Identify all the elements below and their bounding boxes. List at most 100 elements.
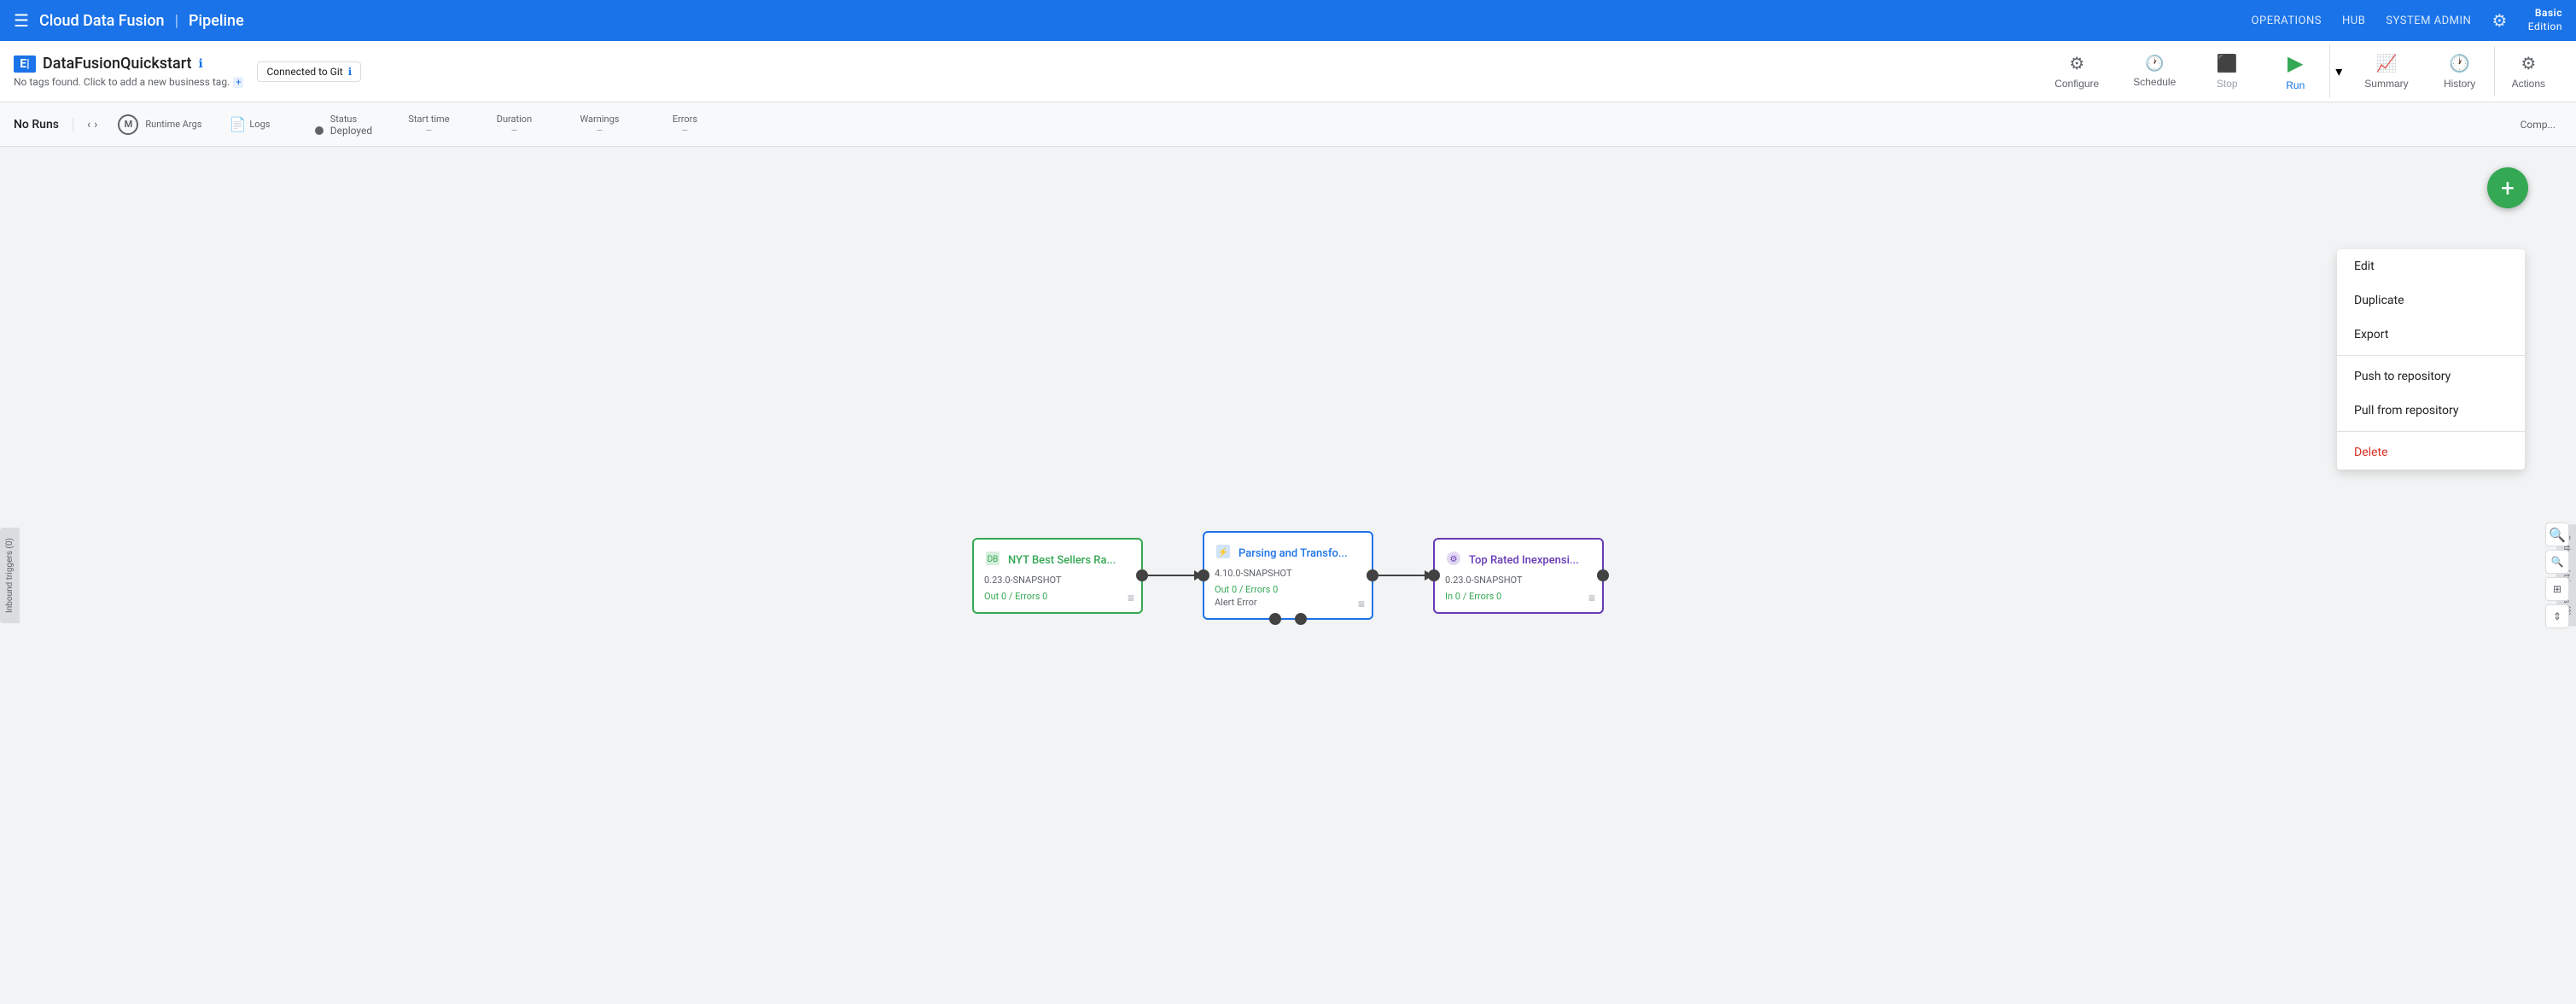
dropdown-divider-1 <box>2337 355 2525 356</box>
transform-node-version: 4.10.0-SNAPSHOT <box>1215 568 1361 579</box>
status-value: Deployed <box>315 125 372 137</box>
runtime-args-col: M Runtime Args <box>104 114 215 135</box>
run-icon: ▶ <box>2288 51 2303 76</box>
fab-add-button[interactable]: + <box>2487 167 2528 208</box>
schedule-button[interactable]: 🕐 Schedule <box>2116 48 2193 95</box>
actions-label: Actions <box>2512 78 2545 90</box>
configure-icon: ⚙ <box>2069 53 2084 74</box>
git-badge[interactable]: Connected to Git ℹ <box>257 61 361 82</box>
source-right-connector <box>1136 569 1148 581</box>
summary-label: Summary <box>2364 78 2408 90</box>
status-header: Status <box>330 114 357 125</box>
nav-operations[interactable]: OPERATIONS <box>2252 15 2322 27</box>
sink-node-icon: ⚙ <box>1445 550 1462 571</box>
actions-icon: ⚙ <box>2521 53 2536 74</box>
logs-col: 📄 Logs <box>215 116 300 132</box>
transform-node[interactable]: ⚡ Parsing and Transfo... 4.10.0-SNAPSHOT… <box>1203 531 1373 620</box>
run-label: Run <box>2286 79 2305 91</box>
run-dropdown-icon: ▾ <box>2335 63 2342 79</box>
duration-value: – <box>511 125 518 137</box>
source-node-menu[interactable]: ≡ <box>1128 591 1134 605</box>
git-info-icon[interactable]: ℹ <box>348 66 353 78</box>
warnings-col: Warnings – <box>557 112 642 137</box>
warnings-value: – <box>597 125 603 137</box>
pipeline-name-row: E| DataFusionQuickstart ℹ <box>14 55 243 73</box>
sink-node[interactable]: ⚙ Top Rated Inexpensi... 0.23.0-SNAPSHOT… <box>1433 538 1604 614</box>
nav-hub[interactable]: HUB <box>2342 15 2365 27</box>
fit-button[interactable]: ⊞ <box>2545 577 2569 601</box>
logs-label: Logs <box>249 119 270 130</box>
source-node-header: DB NYT Best Sellers Ra... <box>984 550 1131 571</box>
history-icon: 🕐 <box>2449 53 2470 74</box>
prev-arrow[interactable]: ‹ <box>87 118 90 131</box>
zoom-in-button[interactable]: 🔍 <box>2545 522 2569 546</box>
zoom-controls: 🔍 🔍 ⊞ ⇕ <box>2545 522 2569 628</box>
transform-left-connector <box>1198 569 1209 581</box>
pipeline-title-area: E| DataFusionQuickstart ℹ No tags found.… <box>14 55 243 88</box>
edit-menu-item[interactable]: Edit <box>2337 249 2525 283</box>
export-menu-item[interactable]: Export <box>2337 318 2525 352</box>
nav-system-admin[interactable]: SYSTEM ADMIN <box>2386 15 2471 27</box>
sink-node-version: 0.23.0-SNAPSHOT <box>1445 575 1592 586</box>
configure-button[interactable]: ⚙ Configure <box>2037 46 2116 96</box>
source-node[interactable]: DB NYT Best Sellers Ra... 0.23.0-SNAPSHO… <box>972 538 1143 614</box>
history-label: History <box>2444 78 2475 90</box>
zoom-out-button[interactable]: 🔍 <box>2545 550 2569 574</box>
toolbar-actions: ⚙ Configure 🕐 Schedule ⬛ Stop ▶ Run ▾ 📈 … <box>2037 44 2562 98</box>
connector-line-1 <box>1143 575 1194 576</box>
start-time-header: Start time <box>408 114 449 125</box>
stop-button[interactable]: ⬛ Stop <box>2193 46 2261 96</box>
stop-label: Stop <box>2217 78 2238 90</box>
stop-icon: ⬛ <box>2217 53 2238 74</box>
dropdown-divider-2 <box>2337 431 2525 432</box>
source-node-name: NYT Best Sellers Ra... <box>1008 554 1116 567</box>
transform-right-connector <box>1367 569 1378 581</box>
pipeline-tags[interactable]: No tags found. Click to add a new busine… <box>14 76 243 88</box>
brand: Cloud Data Fusion | Pipeline <box>39 12 244 30</box>
errors-col: Errors – <box>642 112 727 137</box>
connector-1 <box>1143 570 1203 581</box>
pipe-separator: | <box>175 12 178 30</box>
completed-label: Comp... <box>2521 119 2556 131</box>
svg-text:⚡: ⚡ <box>1218 546 1228 557</box>
pipeline-icon: E| <box>14 55 36 73</box>
summary-icon: 📈 <box>2376 53 2398 74</box>
pipeline-info-icon[interactable]: ℹ <box>199 57 203 71</box>
menu-icon[interactable]: ☰ <box>14 10 29 31</box>
svg-text:⚙: ⚙ <box>1450 555 1458 564</box>
delete-menu-item[interactable]: Delete <box>2337 435 2525 470</box>
transform-node-alerts: Alert Error <box>1215 597 1361 608</box>
duplicate-menu-item[interactable]: Duplicate <box>2337 283 2525 318</box>
source-node-version: 0.23.0-SNAPSHOT <box>984 575 1131 586</box>
pull-repo-menu-item[interactable]: Pull from repository <box>2337 394 2525 428</box>
transform-node-menu[interactable]: ≡ <box>1358 597 1365 611</box>
next-arrow[interactable]: › <box>94 118 97 131</box>
sink-node-menu[interactable]: ≡ <box>1588 591 1595 605</box>
transform-port-2 <box>1295 613 1307 625</box>
sink-left-connector <box>1428 569 1440 581</box>
errors-value: – <box>682 125 689 137</box>
transform-node-stats: Out 0 / Errors 0 <box>1215 584 1361 595</box>
runs-bar: No Runs ‹ › M Runtime Args 📄 Logs Status… <box>0 102 2576 147</box>
scrollbar-toggle[interactable]: ⇕ <box>2545 604 2569 628</box>
top-nav: ☰ Cloud Data Fusion | Pipeline OPERATION… <box>0 0 2576 41</box>
edition-label: Basic Edition <box>2528 7 2562 33</box>
pipeline-canvas: DB NYT Best Sellers Ra... 0.23.0-SNAPSHO… <box>0 147 2576 1004</box>
status-col: Status Deployed <box>300 112 386 137</box>
pipeline-header: E| DataFusionQuickstart ℹ No tags found.… <box>0 41 2576 102</box>
actions-button[interactable]: ⚙ Actions <box>2494 46 2562 96</box>
tag-add-icon[interactable]: + <box>233 77 243 88</box>
run-button[interactable]: ▶ Run <box>2261 44 2329 98</box>
logs-icon: 📄 <box>229 116 246 132</box>
transform-node-name: Parsing and Transfo... <box>1238 547 1348 560</box>
summary-button[interactable]: 📈 Summary <box>2347 46 2425 96</box>
runtime-args-label: Runtime Args <box>145 119 201 130</box>
runtime-args-icon: M <box>118 114 138 135</box>
run-dropdown[interactable]: ▾ <box>2329 44 2347 98</box>
errors-header: Errors <box>673 114 697 125</box>
brand-name: Cloud Data Fusion <box>39 12 165 30</box>
push-repo-menu-item[interactable]: Push to repository <box>2337 359 2525 394</box>
settings-icon[interactable]: ⚙ <box>2491 10 2507 31</box>
schedule-label: Schedule <box>2133 76 2176 88</box>
history-button[interactable]: 🕐 History <box>2426 46 2494 96</box>
